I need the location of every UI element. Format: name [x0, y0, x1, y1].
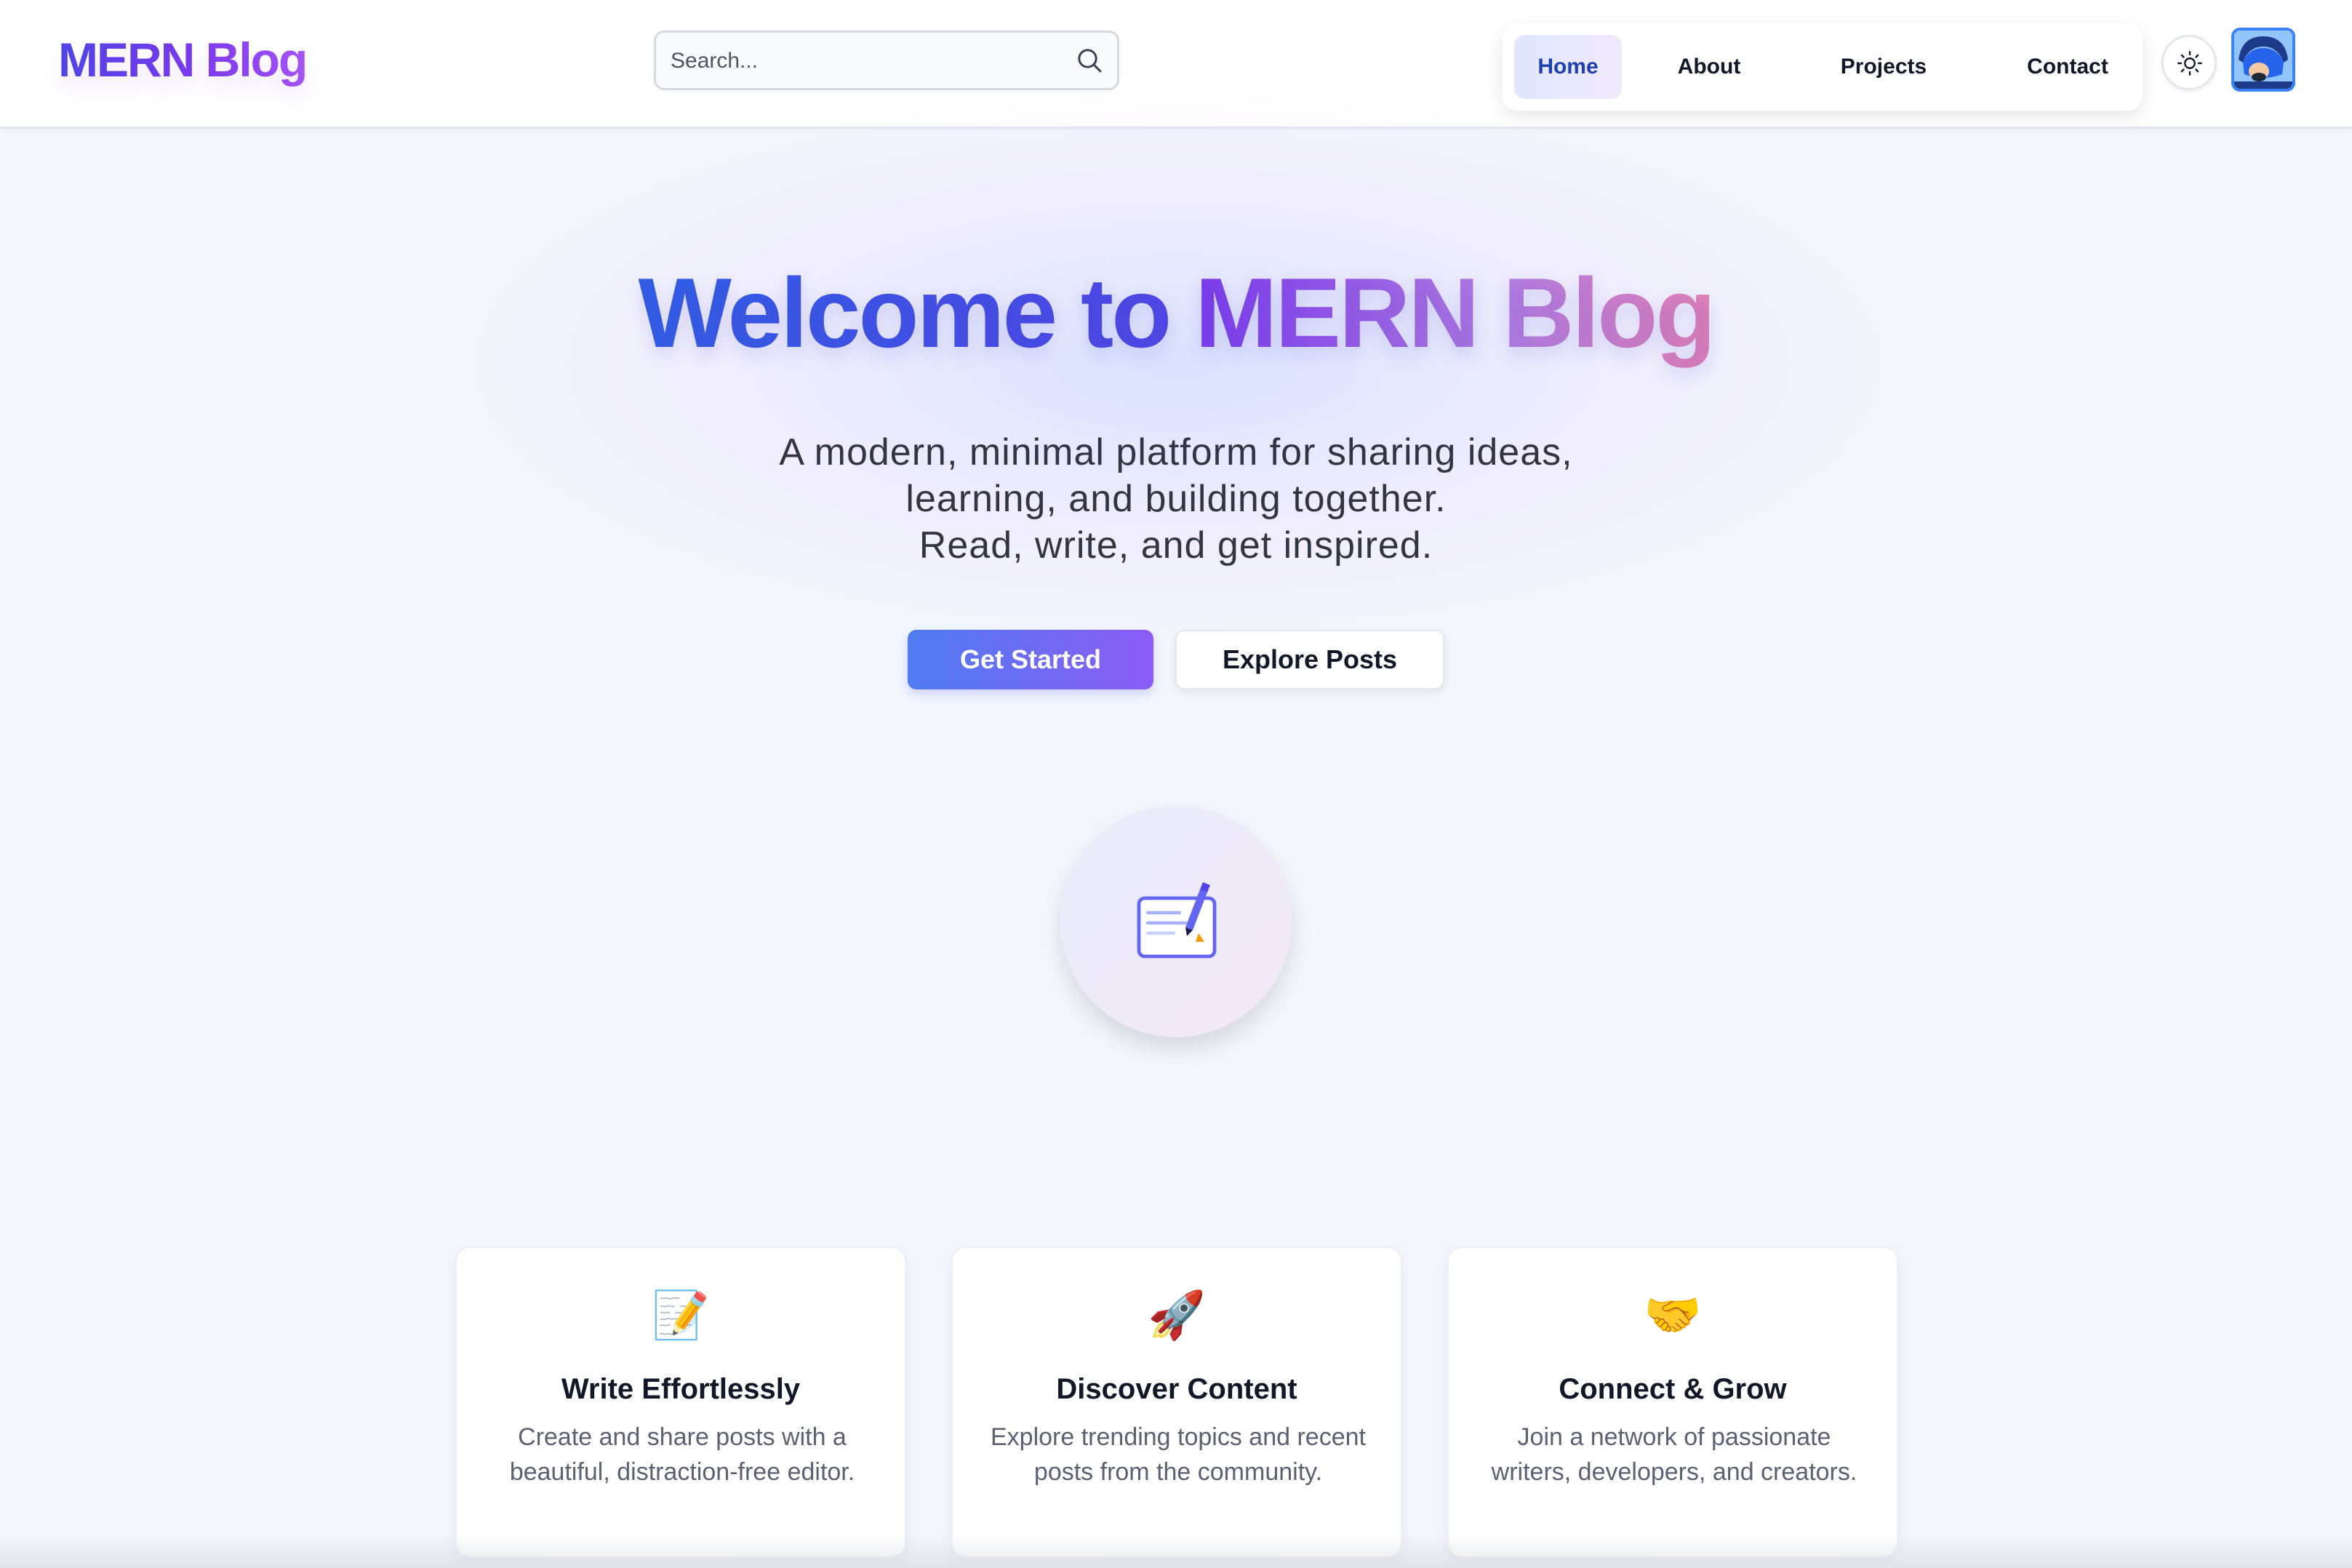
nav-home[interactable]: Home: [1514, 35, 1622, 99]
search-input[interactable]: [669, 33, 1065, 89]
hero-subtitle-line: A modern, minimal platform for sharing i…: [779, 431, 1573, 473]
search-box[interactable]: [654, 31, 1119, 90]
get-started-button[interactable]: Get Started: [908, 630, 1153, 689]
nav-projects[interactable]: Projects: [1818, 35, 1949, 99]
nav-about[interactable]: About: [1658, 35, 1760, 99]
memo-icon: 📝: [652, 1289, 710, 1341]
hero-subtitle-line: learning, and building together.: [905, 478, 1447, 520]
feature-description: Explore trending topics and recent posts…: [991, 1423, 1366, 1486]
hero-title: Welcome to MERN Blog: [0, 247, 2352, 378]
avatar-image: [2234, 31, 2292, 89]
user-avatar[interactable]: [2231, 28, 2295, 92]
main-nav: Home About Projects Contact: [1503, 23, 2143, 111]
site-logo[interactable]: MERN Blog: [58, 32, 308, 87]
sun-icon: [2177, 51, 2202, 76]
write-post-icon: [1137, 882, 1217, 959]
feature-title: Discover Content: [1056, 1373, 1297, 1405]
nav-contact[interactable]: Contact: [2006, 35, 2129, 99]
explore-posts-button[interactable]: Explore Posts: [1175, 630, 1444, 689]
handshake-icon: 🤝: [1644, 1289, 1702, 1341]
feature-card-connect: 🤝 Connect & Grow Join a network of passi…: [1447, 1247, 1898, 1558]
feature-title: Connect & Grow: [1559, 1373, 1787, 1405]
hero-subtitle-line: Read, write, and get inspired.: [919, 524, 1433, 567]
hero-title-welcome: Welcome to: [638, 257, 1172, 368]
theme-toggle-button[interactable]: [2161, 35, 2217, 90]
feature-description: Create and share posts with a beautiful,…: [509, 1423, 855, 1486]
search-icon[interactable]: [1075, 46, 1104, 75]
hero-title-brand: MERN Blog: [1195, 257, 1716, 368]
rocket-icon: 🚀: [1148, 1289, 1206, 1341]
hero-illustration: [1060, 806, 1292, 1037]
feature-title: Write Effortlessly: [561, 1373, 801, 1405]
feature-card-discover: 🚀 Discover Content Explore trending topi…: [951, 1247, 1402, 1558]
feature-description: Join a network of passionate writers, de…: [1491, 1423, 1857, 1486]
bottom-fade: [0, 1535, 2352, 1568]
feature-card-write: 📝 Write Effortlessly Create and share po…: [455, 1247, 906, 1558]
hero-subtitle: A modern, minimal platform for sharing i…: [0, 429, 2352, 569]
